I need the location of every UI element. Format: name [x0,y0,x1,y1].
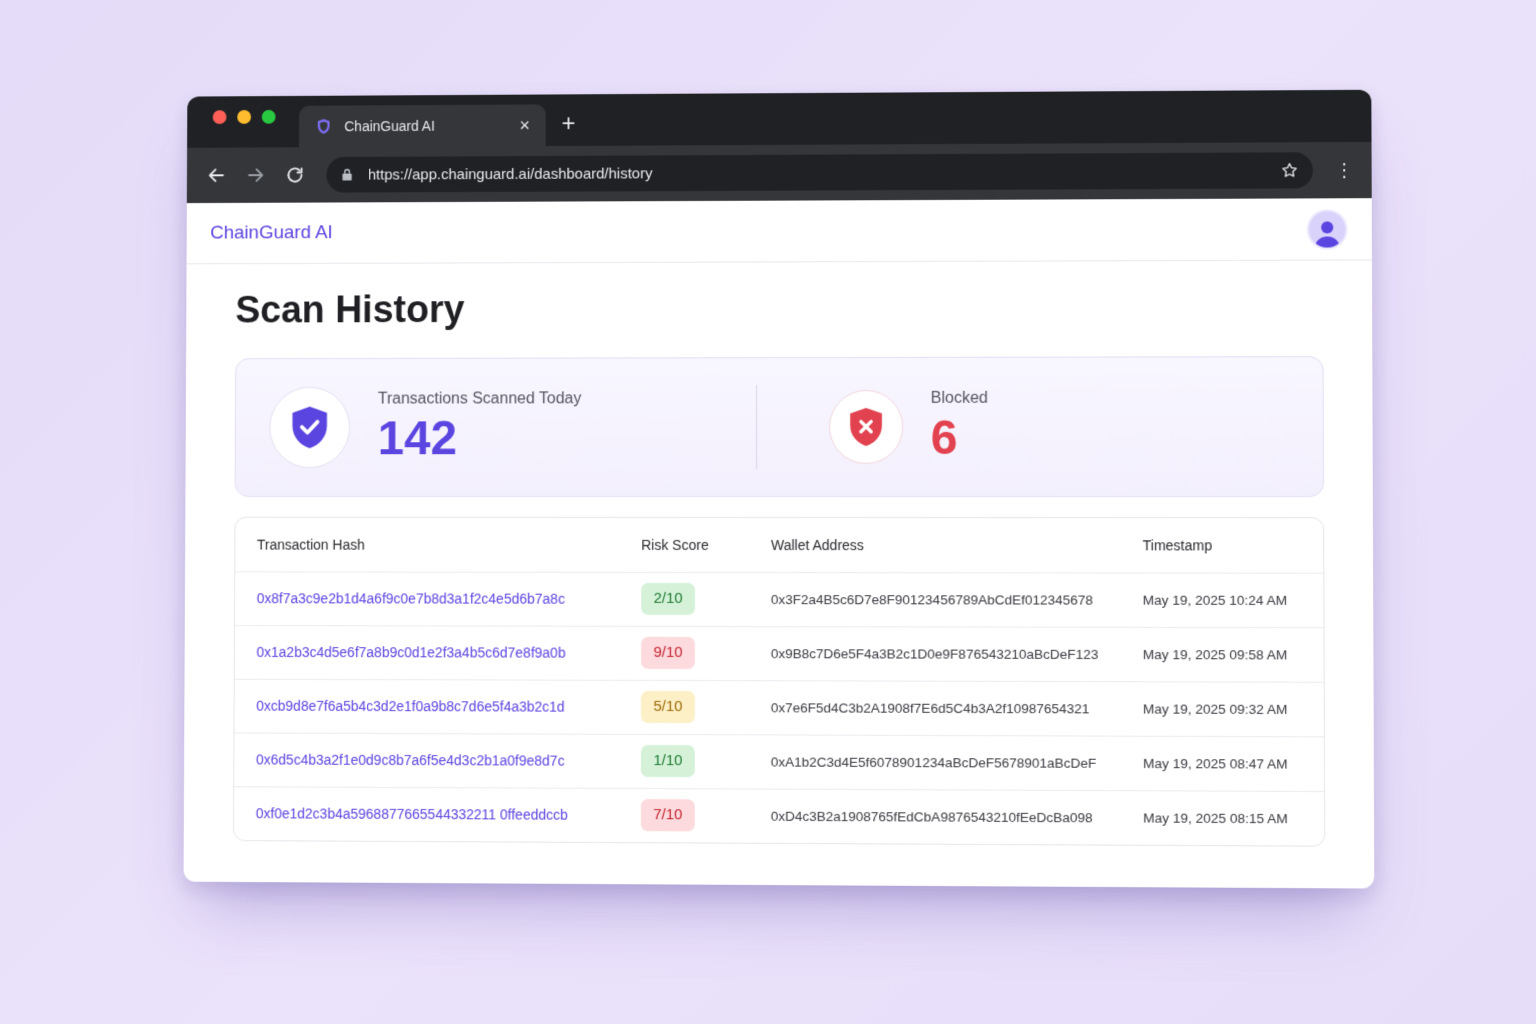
main-content: Scan History Transactions Scanned Today … [184,260,1374,847]
transaction-hash-link[interactable]: 0x6d5c4b3a2f1e0d9c8b7a6f5e4d3c2b1a0f9e8d… [256,751,565,768]
brand-logo[interactable]: ChainGuard AI [210,222,333,244]
browser-toolbar: https://app.chainguard.ai/dashboard/hist… [186,141,1372,204]
table-row[interactable]: 0x1a2b3c4d5e6f7a8b9c0d1e2f3a4b5c6d7e8f9a… [234,625,1324,682]
blocked-value: 6 [930,411,958,465]
risk-badge: 7/10 [640,799,695,832]
blocked-label: Blocked [930,389,988,407]
table-header-row: Transaction Hash Risk Score Wallet Addre… [235,517,1324,573]
wallet-address: 0x3F2a4B5c6D7e8F90123456789AbCdEf0123456… [748,572,1121,627]
browser-menu-icon[interactable]: ⋮ [1335,160,1353,180]
browser-chrome: ChainGuard AI × + https://app.chainguard… [186,89,1372,204]
minimize-window-button[interactable] [237,110,252,124]
tab-chainguard[interactable]: ChainGuard AI × [299,104,546,148]
stat-blocked: Blocked 6 [757,389,1323,465]
header-timestamp[interactable]: Timestamp [1120,518,1324,573]
address-bar[interactable]: https://app.chainguard.ai/dashboard/hist… [326,152,1313,193]
url-text: https://app.chainguard.ai/dashboard/hist… [367,164,653,184]
maximize-window-button[interactable] [261,109,276,124]
app-header: ChainGuard AI [186,198,1372,265]
transaction-hash-link[interactable]: 0xcb9d8e7f6a5b4c3d2e1f0a9b8c7d6e5f4a3b2c… [256,698,564,715]
stats-card: Transactions Scanned Today 142 Blocked 6 [234,356,1325,498]
close-tab-icon[interactable]: × [519,115,529,135]
scan-history-table: Transaction Hash Risk Score Wallet Addre… [232,516,1326,847]
table-row[interactable]: 0xf0e1d2c3b4a5968877665544332211 0ffeedd… [234,786,1324,845]
transaction-hash-link[interactable]: 0x8f7a3c9e2b1d4a6f9c0e7b8d3a1f2c4e5d6b7a… [257,590,565,606]
table-row[interactable]: 0x8f7a3c9e2b1d4a6f9c0e7b8d3a1f2c4e5d6b7a… [234,571,1324,628]
shield-check-icon [269,386,351,469]
transaction-hash-link[interactable]: 0x1a2b3c4d5e6f7a8b9c0d1e2f3a4b5c6d7e8f9a… [256,644,565,661]
forward-arrow-icon[interactable] [244,163,268,187]
table-row[interactable]: 0x6d5c4b3a2f1e0d9c8b7a6f5e4d3c2b1a0f9e8d… [234,732,1325,792]
wallet-address: 0x7e6F5d4C3b2A1908f7E6d5C4b3A2f109876543… [748,680,1121,736]
desktop-background: ChainGuard AI × + https://app.chainguard… [0,0,1536,1024]
wallet-address: 0xA1b2C3d4E5f6078901234aBcDeF5678901aBcD… [748,734,1121,791]
timestamp: May 19, 2025 10:24 AM [1120,572,1324,628]
header-transaction-hash[interactable]: Transaction Hash [235,517,620,572]
header-wallet-address[interactable]: Wallet Address [748,517,1121,573]
transaction-hash-link[interactable]: 0xf0e1d2c3b4a5968877665544332211 0ffeedd… [256,806,568,823]
wallet-address: 0x9B8c7D6e5F4a3B2c1D0e9F876543210aBcDeF1… [748,626,1121,682]
tab-title: ChainGuard AI [344,117,435,135]
bookmark-star-icon[interactable] [1280,161,1298,179]
timestamp: May 19, 2025 08:15 AM [1143,810,1288,827]
risk-badge: 5/10 [640,690,695,724]
back-arrow-icon[interactable] [205,163,229,187]
timestamp: May 19, 2025 09:58 AM [1120,626,1324,682]
tab-strip: ChainGuard AI × + [187,90,1371,148]
lock-icon [340,168,354,181]
timestamp: May 19, 2025 09:32 AM [1120,681,1324,737]
user-avatar-icon[interactable] [1306,208,1348,250]
shield-icon [317,118,330,134]
scanned-value: 142 [377,412,457,465]
header-risk-score[interactable]: Risk Score [619,517,750,573]
new-tab-button[interactable]: + [562,110,576,137]
window-controls [212,109,276,125]
browser-window: ChainGuard AI × + https://app.chainguard… [183,89,1375,889]
reload-icon[interactable] [283,163,307,187]
timestamp: May 19, 2025 08:47 AM [1120,735,1325,792]
risk-badge: 2/10 [641,582,696,615]
risk-badge: 1/10 [640,744,695,778]
table-row[interactable]: 0xcb9d8e7f6a5b4c3d2e1f0a9b8c7d6e5f4a3b2c… [234,678,1324,737]
risk-badge: 9/10 [641,636,695,670]
shield-x-icon [828,389,903,464]
stat-scanned: Transactions Scanned Today 142 [236,386,756,469]
close-window-button[interactable] [212,110,227,125]
scanned-label: Transactions Scanned Today [377,390,582,408]
wallet-address: 0xD4c3B2a1908765fEdCbA9876543210fEeDcBa0… [770,808,1093,826]
page-title: Scan History [235,289,465,332]
